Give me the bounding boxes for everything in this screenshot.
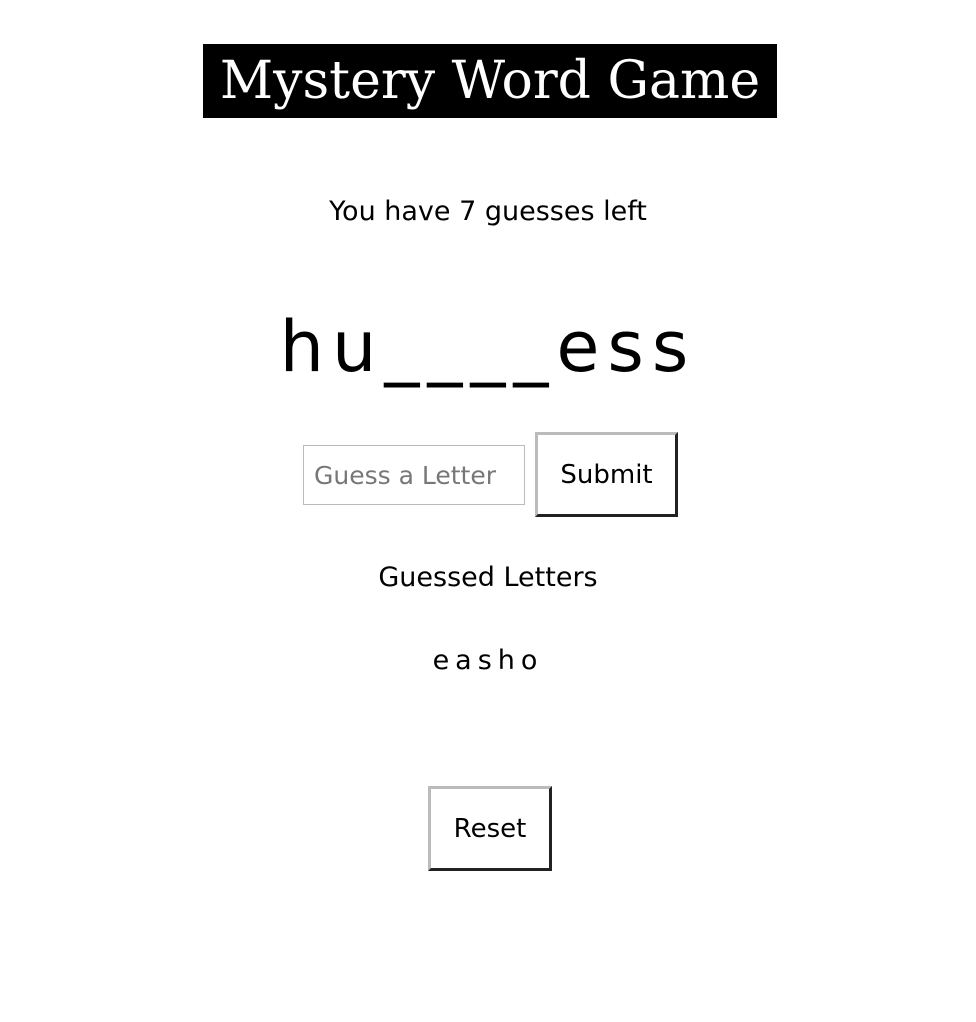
guessed-letters-heading: Guessed Letters (378, 562, 598, 593)
page-title: Mystery Word Game (203, 44, 777, 118)
reset-button[interactable]: Reset (428, 786, 552, 871)
guess-letter-input[interactable] (303, 445, 525, 505)
word-in-progress: hu____ess (279, 306, 697, 388)
guesses-remaining: You have 7 guesses left (329, 196, 647, 227)
guessed-letters-list: easho (432, 645, 544, 676)
submit-button[interactable]: Submit (535, 432, 678, 517)
